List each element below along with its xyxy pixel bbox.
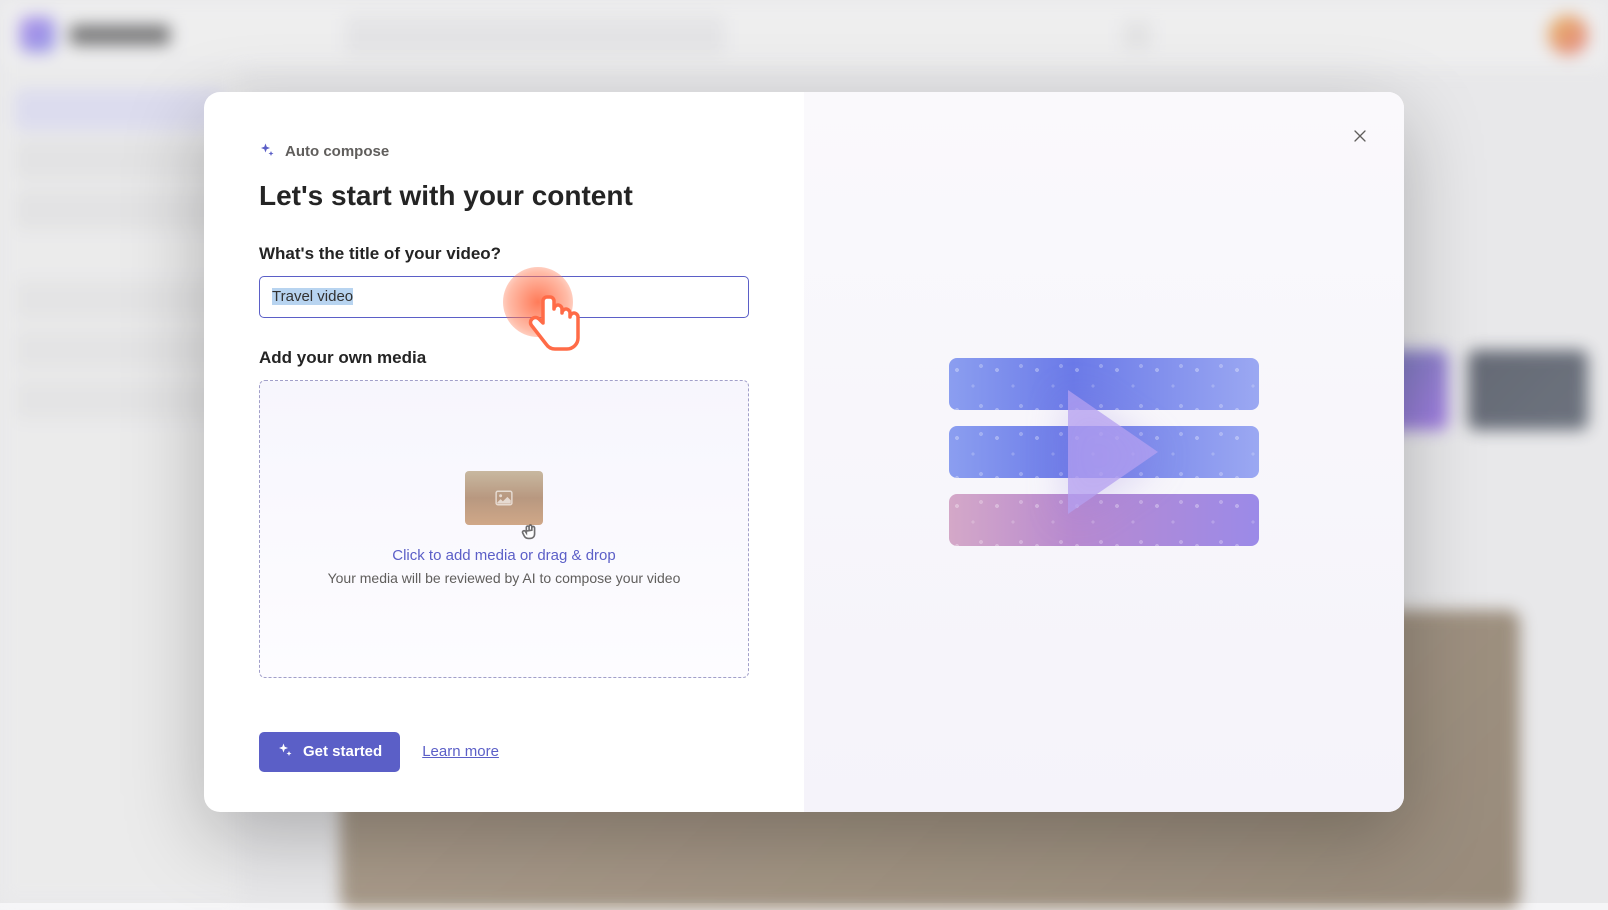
grab-cursor-icon [519,521,541,548]
close-button[interactable] [1344,120,1376,152]
media-field-label: Add your own media [259,348,749,368]
modal-form-panel: Auto compose Let's start with your conte… [204,92,804,812]
title-field-label: What's the title of your video? [259,244,749,264]
dropzone-secondary-text: Your media will be reviewed by AI to com… [328,570,681,586]
auto-compose-modal: Auto compose Let's start with your conte… [204,92,1404,812]
modal-footer: Get started Learn more [259,702,749,772]
modal-preview-panel [804,92,1404,812]
feature-label-text: Auto compose [285,143,389,160]
video-title-input[interactable] [259,276,749,318]
modal-overlay: Auto compose Let's start with your conte… [0,0,1608,903]
modal-title: Let's start with your content [259,180,749,212]
dropzone-thumbnail-icon [465,471,543,525]
learn-more-link[interactable]: Learn more [422,743,499,760]
preview-illustration [949,358,1259,546]
media-dropzone[interactable]: Click to add media or drag & drop Your m… [259,380,749,678]
get-started-label: Get started [303,743,382,760]
close-icon [1352,128,1368,144]
play-icon [1068,390,1158,514]
sparkle-icon [277,742,293,762]
get-started-button[interactable]: Get started [259,732,400,772]
sparkle-icon [259,142,275,162]
dropzone-primary-text: Click to add media or drag & drop [392,547,615,564]
feature-label: Auto compose [259,142,749,162]
